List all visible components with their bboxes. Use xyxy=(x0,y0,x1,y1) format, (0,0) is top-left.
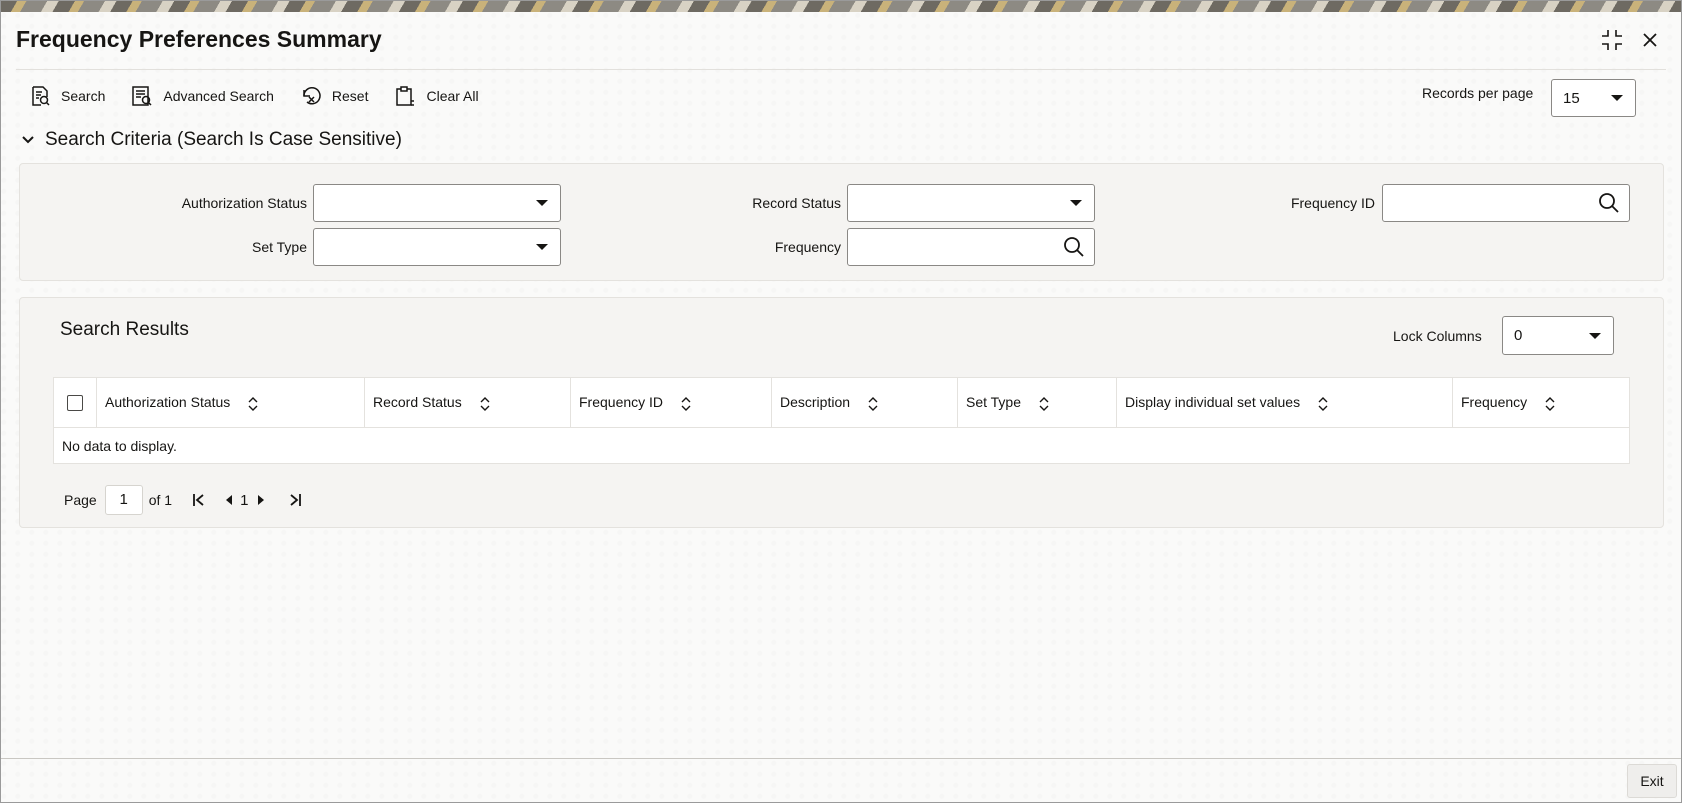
sort-icon[interactable] xyxy=(480,396,490,411)
lock-columns-select[interactable]: 0 xyxy=(1502,316,1614,355)
column-header-authorization-status[interactable]: Authorization Status xyxy=(96,377,365,428)
column-header-set-type[interactable]: Set Type xyxy=(957,377,1117,428)
column-header-record-status[interactable]: Record Status xyxy=(364,377,571,428)
sort-icon[interactable] xyxy=(1318,396,1328,411)
column-header-frequency[interactable]: Frequency xyxy=(1452,377,1630,428)
results-table: Authorization Status Record Status Frequ… xyxy=(53,377,1630,464)
column-header-description[interactable]: Description xyxy=(771,377,958,428)
column-label: Frequency ID xyxy=(579,394,664,411)
pagination: Page 1 of 1 1 xyxy=(64,485,302,515)
search-results-heading: Search Results xyxy=(60,319,189,340)
authorization-status-select[interactable] xyxy=(313,184,561,222)
reset-button-label: Reset xyxy=(331,88,369,104)
records-per-page-label: Records per page xyxy=(1422,85,1534,101)
chevron-down-icon xyxy=(1070,200,1082,206)
reset-button[interactable]: Reset xyxy=(300,82,369,110)
record-status-label: Record Status xyxy=(752,195,841,211)
column-header-display-individual-set-values[interactable]: Display individual set values xyxy=(1116,377,1453,428)
search-criteria-panel: Authorization Status Set Type Record Sta… xyxy=(19,163,1664,281)
search-criteria-heading: Search Criteria (Search Is Case Sensitiv… xyxy=(45,129,402,150)
set-type-label: Set Type xyxy=(251,239,307,255)
toolbar: Search Advanced Search Reset Clear All xyxy=(29,82,505,110)
chevron-down-icon xyxy=(1589,332,1601,339)
frequency-input[interactable] xyxy=(847,228,1095,266)
frequency-preferences-window: Frequency Preferences Summary Search Adv… xyxy=(0,0,1682,803)
clear-all-button-label: Clear All xyxy=(426,88,479,104)
lock-columns-label: Lock Columns xyxy=(1393,328,1482,344)
column-label: Set Type xyxy=(966,394,1022,411)
table-header-row: Authorization Status Record Status Frequ… xyxy=(53,377,1630,428)
title-divider xyxy=(16,69,1666,70)
advanced-search-button-label: Advanced Search xyxy=(163,88,274,104)
lock-columns-value: 0 xyxy=(1514,327,1523,344)
empty-message: No data to display. xyxy=(53,427,1630,464)
reset-icon xyxy=(303,87,321,105)
column-label: Frequency xyxy=(1461,394,1528,411)
records-per-page-value: 15 xyxy=(1563,89,1580,107)
column-header-frequency-id[interactable]: Frequency ID xyxy=(570,377,772,428)
header-banner-strip xyxy=(1,1,1681,12)
frequency-id-label: Frequency ID xyxy=(1290,195,1375,211)
column-label: Authorization Status xyxy=(105,394,231,411)
frequency-label: Frequency xyxy=(774,239,841,255)
set-type-select[interactable] xyxy=(313,228,561,266)
clipboard-icon xyxy=(396,86,415,106)
sort-icon[interactable] xyxy=(1039,396,1049,411)
page-of-label: of 1 xyxy=(148,492,173,508)
search-icon[interactable] xyxy=(1598,192,1620,214)
search-button-label: Search xyxy=(61,88,106,104)
sort-icon[interactable] xyxy=(681,396,691,411)
select-all-cell xyxy=(53,377,97,428)
advanced-search-icon xyxy=(132,86,152,106)
clear-all-button[interactable]: Clear All xyxy=(394,82,479,110)
next-page-icon[interactable] xyxy=(256,494,266,506)
search-button[interactable]: Search xyxy=(29,82,105,110)
frequency-id-input[interactable] xyxy=(1382,184,1630,222)
search-icon[interactable] xyxy=(1063,236,1085,258)
first-page-icon[interactable] xyxy=(192,493,206,507)
chevron-down-icon xyxy=(1611,95,1623,101)
sort-icon[interactable] xyxy=(868,396,878,411)
page-number-input[interactable]: 1 xyxy=(104,485,143,515)
search-criteria-toggle[interactable]: Search Criteria (Search Is Case Sensitiv… xyxy=(21,129,402,151)
column-label: Description xyxy=(780,394,851,411)
sort-icon[interactable] xyxy=(1545,396,1555,411)
records-per-page-select[interactable]: 15 xyxy=(1551,79,1636,117)
last-page-icon[interactable] xyxy=(288,493,302,507)
page-label: Page xyxy=(64,492,97,508)
column-label: Display individual set values xyxy=(1125,394,1301,411)
footer-divider xyxy=(1,758,1681,759)
close-icon[interactable] xyxy=(1637,27,1663,53)
select-all-checkbox[interactable] xyxy=(67,395,83,412)
exit-button[interactable]: Exit xyxy=(1627,764,1677,798)
current-page-number[interactable]: 1 xyxy=(240,492,248,509)
chevron-down-icon xyxy=(536,244,548,250)
previous-page-icon[interactable] xyxy=(224,494,234,506)
chevron-down-icon xyxy=(22,136,34,144)
column-label: Record Status xyxy=(373,394,462,411)
page-title: Frequency Preferences Summary xyxy=(16,26,382,52)
advanced-search-button[interactable]: Advanced Search xyxy=(131,82,274,110)
search-doc-icon xyxy=(32,86,50,106)
authorization-status-label: Authorization Status xyxy=(181,195,307,211)
table-row: No data to display. xyxy=(53,427,1630,464)
record-status-select[interactable] xyxy=(847,184,1095,222)
chevron-down-icon xyxy=(536,200,548,206)
sort-icon[interactable] xyxy=(248,396,258,411)
collapse-icon[interactable] xyxy=(1599,27,1625,53)
